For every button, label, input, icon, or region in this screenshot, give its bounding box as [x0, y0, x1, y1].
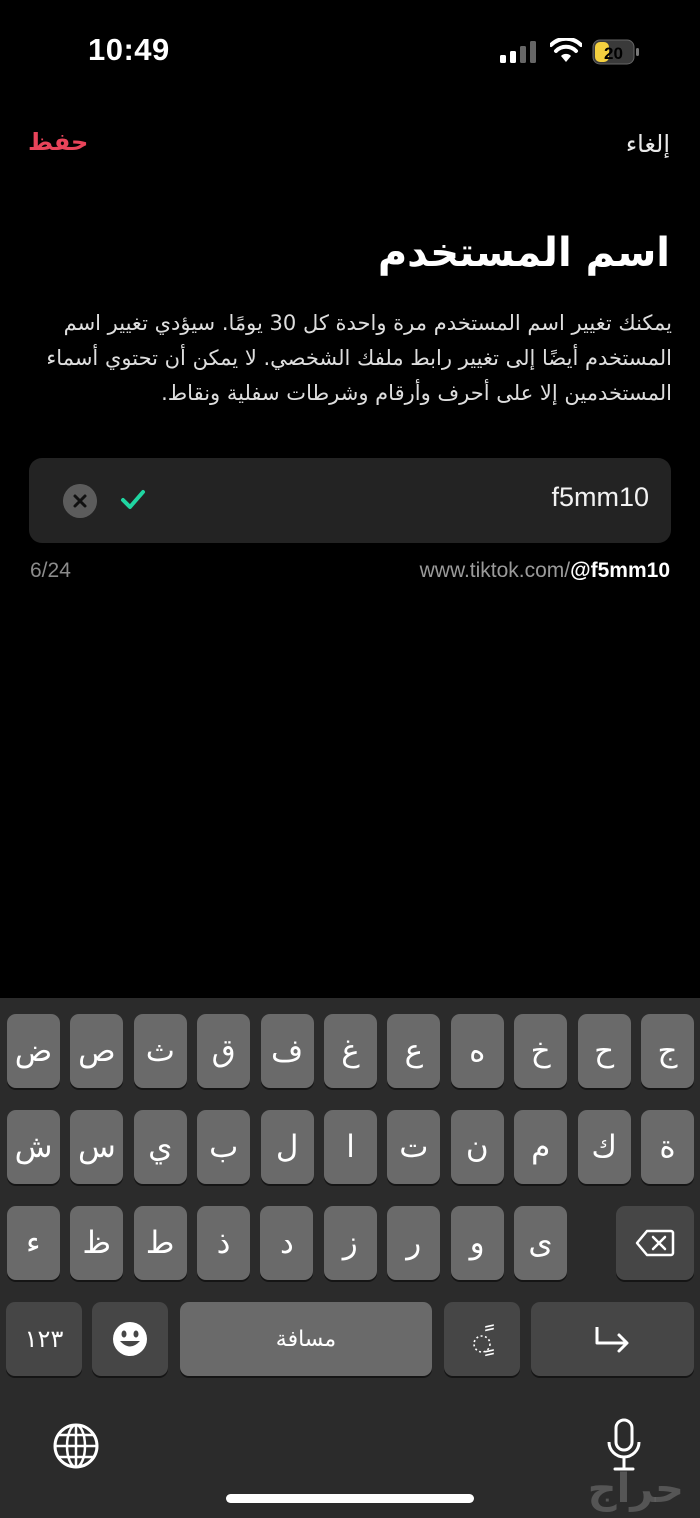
status-bar: 10:49 20 [0, 0, 700, 100]
letter-key-label: ز [342, 1225, 358, 1261]
letter-key-label: ش [14, 1129, 53, 1165]
character-count: 6/24 [30, 559, 71, 582]
numbers-key-label: ١٢٣ [24, 1325, 64, 1353]
letter-key-label: ج [657, 1033, 678, 1069]
letter-key[interactable]: ا [324, 1110, 377, 1184]
return-key[interactable] [531, 1302, 694, 1376]
letter-key[interactable]: ي [133, 1110, 187, 1184]
letter-key-label: د [279, 1225, 294, 1261]
space-key-label: مسافة [275, 1326, 337, 1352]
battery-icon: 20 [592, 39, 639, 65]
keyboard: ج ح خ ه ع غ فقثصض ة ك م نت ا لبيسش ى و ر ز د ذ طظ ء ١٢٣ مس… [0, 998, 700, 1518]
letter-key[interactable]: ص [70, 1014, 124, 1088]
letter-key[interactable]: ش [7, 1110, 60, 1184]
haraj-watermark: حراج [587, 1466, 684, 1512]
letter-key-label: ي [148, 1129, 173, 1165]
letter-key[interactable]: ه [450, 1014, 504, 1088]
username-input-value[interactable]: f5mm10 [551, 482, 649, 513]
profile-url-handle: @f5mm10 [570, 559, 670, 582]
letter-key[interactable]: ل [260, 1110, 314, 1184]
space-key[interactable]: مسافة [180, 1302, 432, 1376]
letter-key-label: غ [341, 1033, 360, 1069]
letter-key-label: ب [209, 1129, 239, 1165]
letter-key[interactable]: د [260, 1206, 314, 1280]
letter-key[interactable]: خ [514, 1014, 568, 1088]
letter-key-label: ه [469, 1033, 486, 1069]
letter-key-label: ض [14, 1033, 53, 1069]
numbers-key[interactable]: ١٢٣ [6, 1302, 82, 1376]
letter-key-label: ع [404, 1033, 424, 1069]
letter-key-label: ث [145, 1033, 175, 1069]
cancel-button[interactable]: إلغاء [626, 130, 670, 158]
save-button[interactable]: حفظ [28, 128, 88, 156]
letter-key[interactable]: غ [324, 1014, 377, 1088]
profile-url-base: www.tiktok.com/ [419, 559, 571, 582]
wifi-icon [550, 38, 582, 62]
emoji-icon [113, 1322, 147, 1356]
letter-key[interactable]: ع [387, 1014, 441, 1088]
letter-key-label: ح [594, 1033, 615, 1069]
diacritics-key[interactable]: ًٍ [444, 1302, 520, 1376]
username-rules-description: يمكنك تغيير اسم المستخدم مرة واحدة كل 30… [46, 311, 672, 405]
letter-key-label: خ [530, 1033, 551, 1069]
letter-key-label: ق [211, 1033, 236, 1069]
letter-key[interactable]: ت [387, 1110, 441, 1184]
valid-check-icon [121, 490, 145, 509]
profile-url: www.tiktok.com/@f5mm10 [420, 559, 670, 583]
letter-key-label: ن [465, 1129, 489, 1165]
letter-key[interactable]: م [514, 1110, 568, 1184]
emoji-key[interactable] [92, 1302, 168, 1376]
letter-key[interactable]: ج [641, 1014, 694, 1088]
letter-key[interactable]: ح [577, 1014, 631, 1088]
letter-key[interactable]: ن [450, 1110, 504, 1184]
page-title: اسم المستخدم [377, 230, 670, 276]
globe-icon[interactable] [52, 1422, 100, 1470]
backspace-icon [635, 1229, 675, 1257]
clear-input-icon[interactable] [63, 484, 97, 518]
home-indicator [226, 1494, 474, 1503]
letter-key[interactable]: س [70, 1110, 124, 1184]
letter-key-label: ا [346, 1129, 355, 1165]
letter-key-label: و [469, 1225, 485, 1261]
letter-key[interactable]: ى [514, 1206, 567, 1280]
letter-key[interactable]: ة [641, 1110, 694, 1184]
cellular-signal-icon [500, 41, 536, 63]
dotted-circle-icon [473, 1335, 491, 1353]
letter-key-label: ظ [82, 1225, 112, 1261]
letter-key-label: ة [659, 1129, 676, 1165]
backspace-key[interactable] [616, 1206, 694, 1280]
letter-key-label: م [531, 1129, 551, 1165]
letter-key-label: ء [26, 1225, 41, 1261]
letter-key-label: ل [275, 1129, 299, 1165]
letter-key[interactable]: ض [7, 1014, 60, 1088]
letter-key-label: ر [406, 1225, 422, 1261]
letter-key[interactable]: ب [197, 1110, 251, 1184]
letter-key[interactable]: ء [6, 1206, 60, 1280]
letter-key[interactable]: ر [387, 1206, 441, 1280]
letter-key-label: ص [78, 1033, 116, 1069]
letter-key[interactable]: ظ [70, 1206, 124, 1280]
letter-key-label: ى [528, 1225, 553, 1261]
letter-key[interactable]: و [450, 1206, 504, 1280]
letter-key-label: ت [399, 1129, 429, 1165]
letter-key-label: ك [591, 1129, 617, 1165]
battery-level: 20 [604, 44, 623, 63]
letter-key-label: ف [271, 1033, 304, 1069]
letter-key[interactable]: ز [323, 1206, 377, 1280]
letter-key[interactable]: ك [577, 1110, 631, 1184]
username-field[interactable]: f5mm10 [29, 458, 671, 543]
letter-key[interactable]: ف [260, 1014, 314, 1088]
letter-key[interactable]: ط [133, 1206, 187, 1280]
letter-key[interactable]: ذ [197, 1206, 250, 1280]
letter-key[interactable]: ق [197, 1014, 251, 1088]
status-time: 10:49 [88, 32, 170, 67]
letter-key[interactable]: ث [133, 1014, 187, 1088]
letter-key-label: ط [145, 1225, 175, 1261]
letter-key-label: ذ [216, 1225, 231, 1261]
return-arrow-icon [595, 1327, 628, 1353]
letter-key-label: س [77, 1129, 116, 1165]
